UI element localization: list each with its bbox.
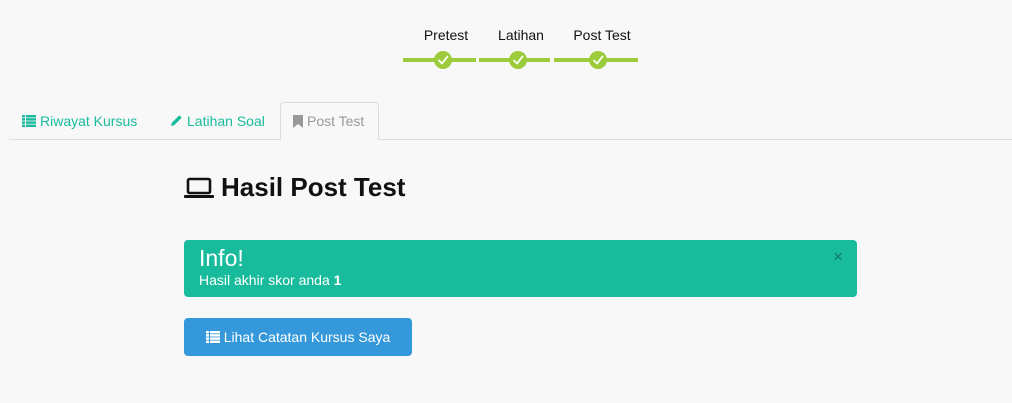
pencil-icon [171,115,182,126]
tab-label: Riwayat Kursus [40,112,138,129]
tab-post-test[interactable]: Post Test [280,102,379,140]
alert-message: Hasil akhir skor anda 1 [199,271,842,289]
page-title-text: Hasil Post Test [221,172,406,202]
step-label-pretest: Pretest [423,27,469,43]
laptop-icon [184,177,214,198]
close-icon[interactable]: × [833,248,843,265]
list-icon [22,114,36,127]
tab-latihan-soal[interactable]: Latihan Soal [170,102,265,139]
button-label: Lihat Catatan Kursus Saya [223,329,391,345]
course-tabs: Riwayat Kursus Latihan Soal Post Test [9,102,1012,140]
step-complete-check-icon [589,51,607,69]
step-complete-check-icon [434,51,452,69]
list-icon [205,331,220,343]
step-label-post-test: Post Test [573,27,631,43]
step-label-latihan: Latihan [498,27,544,43]
tab-riwayat-kursus[interactable]: Riwayat Kursus [22,102,137,139]
alert-title: Info! [199,245,244,271]
tab-label: Latihan Soal [187,112,265,129]
alert-score: 1 [333,272,342,288]
info-alert: Info! Hasil akhir skor anda 1 × [184,240,857,297]
step-complete-check-icon [509,51,527,69]
alert-message-text: Hasil akhir skor anda [199,272,334,288]
page-title: Hasil Post Test [184,172,405,203]
bookmark-icon [293,114,303,128]
progress-stepper: Pretest Latihan Post Test [403,26,639,70]
view-course-notes-button[interactable]: Lihat Catatan Kursus Saya [184,318,412,356]
tab-label: Post Test [307,113,365,129]
